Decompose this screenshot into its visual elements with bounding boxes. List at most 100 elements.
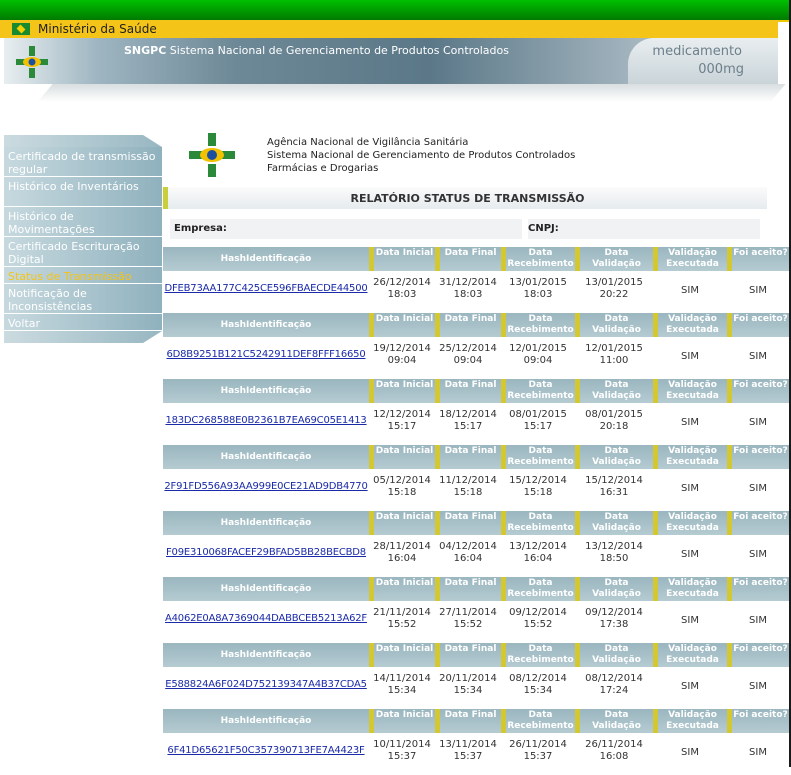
cell-data-validacao: 09/12/2014 17:38 <box>575 601 653 643</box>
header-foi-aceito: Foi aceito? <box>727 379 789 403</box>
cell-date: 10/11/2014 <box>373 739 431 750</box>
header-data-inicial: Data Inicial <box>369 379 435 403</box>
cnpj-label: CNPJ: <box>528 223 559 234</box>
cell-data-final: 31/12/2014 18:03 <box>435 271 501 313</box>
cell-hash: E588824A6F024D752139347A4B37CDA5 <box>163 667 369 709</box>
cell-foi-aceito: SIM <box>749 615 767 626</box>
sidebar-item-historico-inventarios[interactable]: Histórico de Inventários <box>4 177 162 207</box>
header-hash: HashIdentificação <box>220 320 312 330</box>
cell-time: 20:18 <box>599 421 629 432</box>
hash-link[interactable]: 6D8B9251B121C5242911DEF8FFF16650 <box>166 349 365 360</box>
browser-top-bar <box>0 0 791 22</box>
header-validacao-executada: Validação Executada <box>653 643 727 667</box>
sidebar-item-certificado-escrituracao[interactable]: Certificado Escrituração Digital <box>4 237 162 267</box>
header-data-validacao: Data Validação <box>575 379 653 403</box>
sidebar-item-certificado-transmissao[interactable]: Certificado de transmissão regular <box>4 147 162 177</box>
cell-validacao-executada: SIM <box>681 549 699 560</box>
header-data-final: Data Final <box>435 379 501 403</box>
cell-hash: DFEB73AA177C425CE596FBAECDE44500 <box>163 271 369 313</box>
cell-date: 13/12/2014 <box>509 541 567 552</box>
cell-time: 11:00 <box>599 355 629 366</box>
cell-date: 26/11/2014 <box>509 739 567 750</box>
cell-data-final: 04/12/2014 16:04 <box>435 535 501 577</box>
table-header-row: HashIdentificação Data Inicial Data Final D… <box>163 709 789 733</box>
cell-date: 14/11/2014 <box>373 673 431 684</box>
header-data-recebimento: Data Recebimento <box>501 643 575 667</box>
sidebar-item-status-transmissao[interactable]: Status de Transmissão <box>4 267 162 284</box>
cell-date: 09/12/2014 <box>509 607 567 618</box>
header-foi-aceito: Foi aceito? <box>727 709 789 733</box>
table-header-row: HashIdentificação Data Inicial Data Final D… <box>163 379 789 403</box>
cell-hash: A4062E0A8A7369044DABBCEB5213A62F <box>163 601 369 643</box>
cell-time: 15:52 <box>523 619 553 630</box>
pill-text-1: medicamento <box>652 44 742 59</box>
cell-time: 15:52 <box>387 619 417 630</box>
table-row: 2F91FD556A93AA999E0CE21AD9DB4770 05/12/20… <box>163 469 789 511</box>
cell-time: 15:34 <box>453 685 483 696</box>
table-header-row: HashIdentificação Data Inicial Data Final D… <box>163 511 789 535</box>
sidebar-item-notificacao-inconsistencias[interactable]: Notificação de Inconsistências <box>4 284 162 314</box>
cell-time: 15:34 <box>523 685 553 696</box>
header-validacao-executada: Validação Executada <box>653 709 727 733</box>
header-foi-aceito: Foi aceito? <box>727 643 789 667</box>
cell-data-final: 13/11/2014 15:37 <box>435 733 501 775</box>
header-banner: SNGPC Sistema Nacional de Gerenciamento … <box>4 38 778 84</box>
header-hash: HashIdentificação <box>220 650 312 660</box>
cell-date: 13/12/2014 <box>585 541 643 552</box>
cell-time: 15:17 <box>387 421 417 432</box>
cell-data-validacao: 13/12/2014 18:50 <box>575 535 653 577</box>
cell-time: 09:04 <box>523 355 553 366</box>
sidebar-item-historico-movimentacoes[interactable]: Histórico de Movimentações <box>4 207 162 237</box>
hash-link[interactable]: DFEB73AA177C425CE596FBAECDE44500 <box>164 283 367 294</box>
company-label: Empresa: <box>174 223 227 234</box>
cell-date: 04/12/2014 <box>439 541 497 552</box>
cell-data-validacao: 15/12/2014 16:31 <box>575 469 653 511</box>
cell-data-inicial: 19/12/2014 09:04 <box>369 337 435 379</box>
cell-time: 15:37 <box>523 751 553 762</box>
brazil-flag-icon <box>12 23 30 35</box>
cell-time: 16:08 <box>599 751 629 762</box>
hash-link[interactable]: 183DC268588E0B2361B7EA69C05E1413 <box>165 415 366 426</box>
cell-date: 12/12/2014 <box>373 409 431 420</box>
cell-validacao-executada: SIM <box>681 747 699 758</box>
cell-data-inicial: 10/11/2014 15:37 <box>369 733 435 775</box>
cell-data-inicial: 14/11/2014 15:34 <box>369 667 435 709</box>
header-data-validacao: Data Validação <box>575 643 653 667</box>
hash-link[interactable]: 2F91FD556A93AA999E0CE21AD9DB4770 <box>164 481 367 492</box>
cell-data-final: 18/12/2014 15:17 <box>435 403 501 445</box>
cell-validacao-executada: SIM <box>681 483 699 494</box>
cell-time: 15:34 <box>387 685 417 696</box>
cell-data-inicial: 28/11/2014 16:04 <box>369 535 435 577</box>
header-data-inicial: Data Inicial <box>369 709 435 733</box>
hash-link[interactable]: E588824A6F024D752139347A4B37CDA5 <box>165 679 367 690</box>
cell-time: 20:22 <box>599 289 629 300</box>
header-data-validacao: Data Validação <box>575 709 653 733</box>
cell-time: 15:18 <box>453 487 483 498</box>
cell-time: 16:04 <box>387 553 417 564</box>
cell-date: 27/11/2014 <box>439 607 497 618</box>
header-hash: HashIdentificação <box>220 716 312 726</box>
table-header-row: HashIdentificação Data Inicial Data Final D… <box>163 643 789 667</box>
cell-date: 05/12/2014 <box>373 475 431 486</box>
header-data-final: Data Final <box>435 511 501 535</box>
table-row: 6F41D65621F50C357390713FE7A4423F 10/11/20… <box>163 733 789 775</box>
hash-link[interactable]: 6F41D65621F50C357390713FE7A4423F <box>167 745 364 756</box>
header-data-final: Data Final <box>435 577 501 601</box>
anvisa-logo-icon <box>16 46 48 78</box>
table-row: 183DC268588E0B2361B7EA69C05E1413 12/12/20… <box>163 403 789 445</box>
cell-time: 16:04 <box>453 553 483 564</box>
sidebar-item-voltar[interactable]: Voltar <box>4 314 162 331</box>
cell-time: 15:52 <box>453 619 483 630</box>
cell-data-inicial: 12/12/2014 15:17 <box>369 403 435 445</box>
cell-validacao-executada: SIM <box>681 351 699 362</box>
cell-time: 16:04 <box>523 553 553 564</box>
cell-validacao-executada: SIM <box>681 615 699 626</box>
hash-link[interactable]: A4062E0A8A7369044DABBCEB5213A62F <box>165 613 367 624</box>
hash-link[interactable]: F09E310068FACEF29BFAD5BB28BECBD8 <box>166 547 366 558</box>
header-data-recebimento: Data Recebimento <box>501 577 575 601</box>
cell-date: 19/12/2014 <box>373 343 431 354</box>
cell-hash: 6F41D65621F50C357390713FE7A4423F <box>163 733 369 775</box>
table-row: A4062E0A8A7369044DABBCEB5213A62F 21/11/20… <box>163 601 789 643</box>
header-data-final: Data Final <box>435 247 501 271</box>
cell-foi-aceito: SIM <box>749 483 767 494</box>
